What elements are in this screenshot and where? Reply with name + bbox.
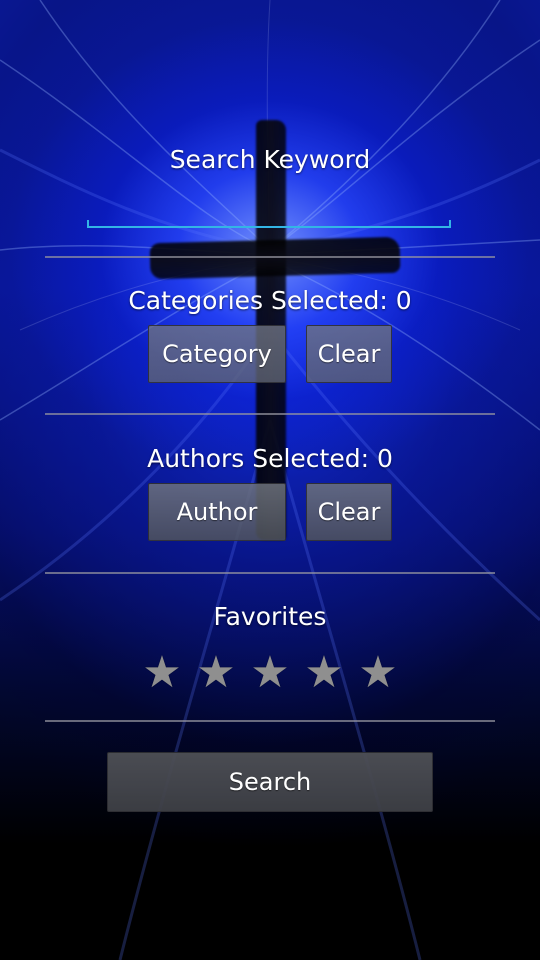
search-button[interactable]: Search (107, 752, 433, 812)
clear-authors-button[interactable]: Clear (306, 483, 392, 541)
keyword-input[interactable] (87, 196, 451, 228)
favorites-rating: ★ ★ ★ ★ ★ (0, 648, 540, 698)
input-right-cap (449, 220, 451, 228)
star-icon[interactable]: ★ (351, 648, 405, 698)
favorites-label: Favorites (213, 602, 327, 631)
cross-horizontal-beam (149, 236, 401, 280)
divider (45, 256, 495, 258)
star-icon[interactable]: ★ (297, 648, 351, 698)
category-button[interactable]: Category (148, 325, 286, 383)
clear-categories-button[interactable]: Clear (306, 325, 392, 383)
background-image (0, 0, 540, 960)
divider (45, 572, 495, 574)
author-button[interactable]: Author (148, 483, 286, 541)
divider (45, 720, 495, 722)
input-left-cap (87, 220, 89, 228)
authors-selected-label: Authors Selected: 0 (147, 444, 393, 473)
star-icon[interactable]: ★ (189, 648, 243, 698)
star-icon[interactable]: ★ (243, 648, 297, 698)
divider (45, 413, 495, 415)
keyword-label: Search Keyword (169, 145, 371, 174)
categories-selected-label: Categories Selected: 0 (128, 286, 412, 315)
star-icon[interactable]: ★ (135, 648, 189, 698)
